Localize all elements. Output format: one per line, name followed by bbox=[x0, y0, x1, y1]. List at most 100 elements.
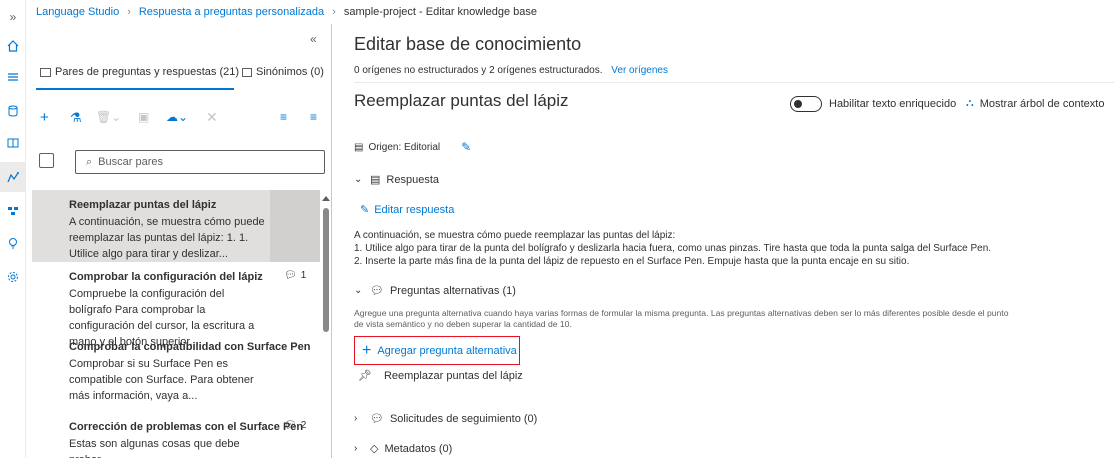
pairs-toolbar: + ⚗ 🗑︎⌄ ▣ ☁⌄ ✕ ≡ ≡ bbox=[32, 106, 332, 130]
chevron-double-right-icon[interactable]: » bbox=[0, 2, 26, 32]
view-sources-link[interactable]: Ver orígenes bbox=[611, 65, 668, 76]
pair-description: Comprobar si su Surface Pen es compatibl… bbox=[69, 358, 254, 402]
sync-icon[interactable]: ☁⌄ bbox=[166, 110, 188, 125]
left-nav-rail: » bbox=[0, 0, 26, 458]
edit-answer-button[interactable]: ✎ Editar respuesta bbox=[360, 203, 455, 217]
alt-question-item[interactable]: 📌︎ Reemplazar puntas del lápiz bbox=[358, 369, 523, 383]
origin-label: Origen: Editorial bbox=[368, 141, 441, 153]
pair-title: Comprobar la configuración del lápiz bbox=[69, 271, 263, 283]
answer-section-header[interactable]: ⌄ ▤ Respuesta bbox=[354, 173, 439, 187]
test-icon[interactable]: ⚗ bbox=[70, 110, 82, 125]
breadcrumb-custom-qa[interactable]: Respuesta a preguntas personalizada bbox=[139, 6, 324, 18]
home-icon[interactable] bbox=[0, 31, 26, 61]
filter-icon[interactable]: ≡ bbox=[280, 110, 287, 125]
metadata-section-header[interactable]: › ◇ Metadatos (0) bbox=[354, 442, 453, 456]
list-item[interactable]: Comprobar la configuración del lápiz Com… bbox=[32, 262, 320, 348]
followup-section-header[interactable]: › 💬︎ Solicitudes de seguimiento (0) bbox=[354, 412, 538, 426]
gear-icon[interactable] bbox=[0, 262, 26, 292]
deploy-icon[interactable] bbox=[0, 196, 26, 226]
followup-count: 1 bbox=[300, 270, 307, 281]
context-tree-label: Mostrar árbol de contexto bbox=[979, 97, 1105, 110]
chevron-down-icon: ⌄ bbox=[354, 285, 363, 296]
edit-answer-label: Editar respuesta bbox=[374, 203, 455, 216]
answer-line: 1. Utilice algo para tirar de la punta d… bbox=[354, 243, 992, 254]
tag-icon: ◇ bbox=[370, 443, 379, 455]
chevron-double-left-icon[interactable]: « bbox=[310, 32, 317, 46]
search-row: ⌕ Buscar pares bbox=[32, 148, 332, 174]
selected-row-indicator bbox=[270, 190, 320, 262]
list-item[interactable]: Reemplazar puntas del lápiz A continuaci… bbox=[32, 190, 320, 262]
chat-icon: 💬︎ bbox=[284, 270, 297, 281]
followup-section-label: Solicitudes de seguimiento (0) bbox=[389, 412, 538, 425]
sort-icon[interactable]: ≡ bbox=[310, 110, 317, 125]
lightbulb-icon[interactable] bbox=[0, 228, 26, 258]
database-icon[interactable] bbox=[0, 96, 26, 126]
search-placeholder: Buscar pares bbox=[98, 156, 163, 168]
chevron-right-icon: › bbox=[354, 443, 358, 454]
pin-icon: 📌︎ bbox=[358, 370, 372, 382]
search-input[interactable]: ⌕ Buscar pares bbox=[75, 150, 325, 174]
tab-qa-pairs[interactable]: Pares de preguntas y respuestas (21) bbox=[40, 66, 239, 78]
answer-section-label: Respuesta bbox=[386, 173, 439, 186]
tab-synonyms-label: Sinónimos (0) bbox=[256, 66, 324, 78]
followup-count: 2 bbox=[300, 420, 307, 431]
alt-questions-label: Preguntas alternativas (1) bbox=[389, 284, 516, 297]
chat-icon: 💬︎ bbox=[284, 420, 297, 431]
list-item[interactable]: Corrección de problemas con el Surface P… bbox=[32, 412, 320, 458]
followup-badge: 💬︎ 1 bbox=[284, 270, 306, 281]
rich-text-toggle[interactable] bbox=[790, 96, 822, 112]
followup-icon: 💬︎ bbox=[370, 413, 384, 425]
breadcrumb: Language Studio › Respuesta a preguntas … bbox=[26, 0, 1120, 24]
pair-title: Comprobar la compatibilidad con Surface … bbox=[69, 341, 311, 353]
pair-heading: Reemplazar puntas del lápiz bbox=[354, 91, 569, 110]
tab-qa-pairs-label: Pares de preguntas y respuestas (21) bbox=[55, 66, 240, 78]
chat-icon: 💬︎ bbox=[370, 285, 384, 297]
list-icon[interactable] bbox=[0, 62, 26, 92]
qa-pairs-panel: « Pares de preguntas y respuestas (21) S… bbox=[32, 24, 332, 458]
chevron-down-icon: ⌄ bbox=[354, 174, 363, 185]
chevron-right-icon: › bbox=[332, 6, 336, 18]
answer-line: 2. Inserte la parte más fina de la punta… bbox=[354, 256, 910, 267]
book-icon[interactable] bbox=[0, 128, 26, 158]
scrollbar[interactable] bbox=[322, 196, 330, 458]
divider bbox=[354, 82, 1114, 83]
save-icon[interactable]: ▣ bbox=[138, 110, 149, 125]
close-icon[interactable]: ✕ bbox=[206, 110, 218, 125]
tab-list: Pares de preguntas y respuestas (21) Sin… bbox=[32, 62, 332, 90]
select-all-checkbox[interactable] bbox=[39, 153, 54, 168]
tab-synonyms[interactable]: Sinónimos (0) bbox=[242, 66, 324, 78]
sources-summary-text: 0 orígenes no estructurados y 2 orígenes… bbox=[354, 65, 603, 76]
add-alt-question-label: Agregar pregunta alternativa bbox=[377, 344, 517, 357]
pair-title: Corrección de problemas con el Surface P… bbox=[69, 421, 304, 433]
add-icon[interactable]: + bbox=[40, 110, 49, 125]
list-item[interactable]: Comprobar la compatibilidad con Surface … bbox=[32, 332, 320, 412]
breadcrumb-current: sample-project - Editar knowledge base bbox=[343, 6, 538, 18]
editor-panel: Editar base de conocimiento 0 orígenes n… bbox=[354, 24, 1114, 458]
add-icon: + bbox=[362, 341, 372, 359]
delete-icon[interactable]: 🗑︎⌄ bbox=[96, 110, 121, 125]
answer-icon: ▤ bbox=[370, 174, 381, 186]
metadata-section-label: Metadatos (0) bbox=[384, 442, 453, 455]
pencil-icon: ✎ bbox=[360, 204, 370, 216]
alt-questions-section-header[interactable]: ⌄ 💬︎ Preguntas alternativas (1) bbox=[354, 284, 516, 298]
active-tab-indicator bbox=[36, 88, 234, 90]
breadcrumb-language-studio[interactable]: Language Studio bbox=[36, 6, 119, 18]
rich-text-toggle-label: Habilitar texto enriquecido bbox=[829, 98, 957, 110]
alt-question-text: Reemplazar puntas del lápiz bbox=[383, 369, 523, 382]
alt-questions-helper: Agregue una pregunta alternativa cuando … bbox=[354, 308, 1009, 329]
answer-line: A continuación, se muestra cómo puede re… bbox=[354, 230, 676, 241]
answer-text: A continuación, se muestra cómo puede re… bbox=[354, 229, 1054, 268]
toggle-knob bbox=[794, 100, 802, 108]
scroll-thumb[interactable] bbox=[323, 208, 329, 332]
context-tree-button[interactable]: ⛬ Mostrar árbol de contexto bbox=[966, 97, 1104, 110]
sources-summary: 0 orígenes no estructurados y 2 orígenes… bbox=[354, 65, 668, 76]
page-title: Editar base de conocimiento bbox=[354, 34, 582, 54]
origin-icon: ▤ bbox=[354, 141, 364, 153]
settings-kb-icon[interactable] bbox=[0, 162, 26, 192]
add-alt-question-button[interactable]: + Agregar pregunta alternativa bbox=[354, 336, 520, 365]
search-icon: ⌕ bbox=[86, 155, 93, 168]
scroll-up-icon[interactable] bbox=[322, 196, 330, 201]
chevron-right-icon: › bbox=[127, 6, 131, 18]
origin-row: ▤ Origen: Editorial ✎ bbox=[354, 140, 471, 154]
edit-pencil-icon[interactable]: ✎ bbox=[461, 140, 471, 154]
